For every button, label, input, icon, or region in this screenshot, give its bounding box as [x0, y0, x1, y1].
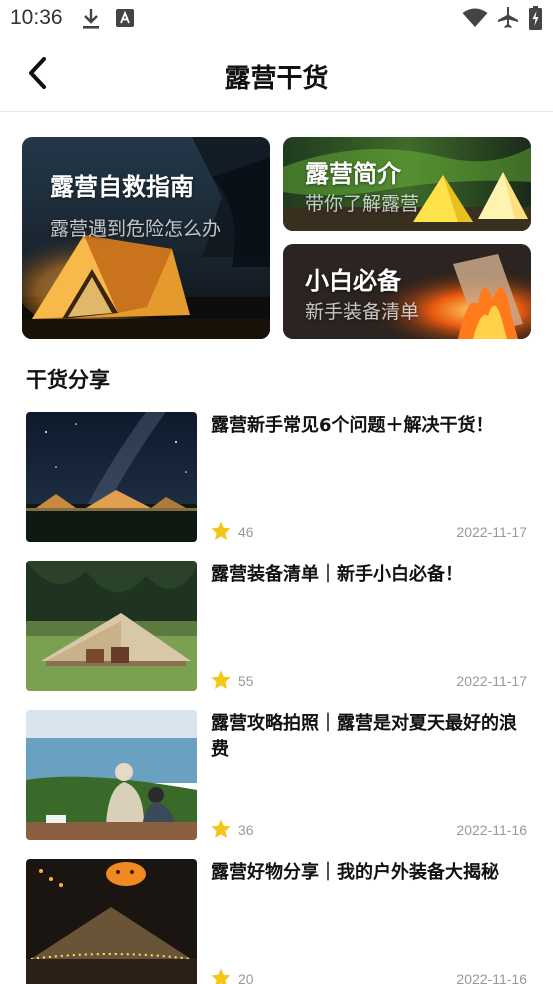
card-camping-self-rescue[interactable]: 露营自救指南 露营遇到危险怎么办: [22, 137, 270, 339]
airplane-icon: [497, 6, 519, 34]
like-count: 55: [238, 673, 254, 689]
card-subtitle: 新手装备清单: [305, 301, 420, 323]
publish-date: 2022-11-16: [456, 971, 527, 984]
article-item[interactable]: 露营攻略拍照｜露营是对夏天最好的浪费 36 2022-11-16: [26, 710, 531, 840]
star-icon[interactable]: [210, 818, 232, 840]
article-title: 露营好物分享｜我的户外装备大揭秘: [211, 862, 499, 883]
article-title: 露营新手常见6个问题＋解决干货！: [211, 415, 494, 436]
article-title: 露营装备清单｜新手小白必备！: [211, 564, 463, 585]
card-title: 露营自救指南: [50, 173, 194, 201]
card-title: 小白必备: [305, 267, 401, 295]
card-subtitle: 露营遇到危险怎么办: [50, 218, 222, 240]
section-title: 干货分享: [26, 368, 110, 392]
article-thumbnail: [26, 561, 197, 691]
translate-icon: [116, 9, 134, 31]
page-title: 露营干货: [224, 64, 329, 94]
article-item[interactable]: 露营好物分享｜我的户外装备大揭秘 20 2022-11-16: [26, 859, 531, 984]
download-icon: [80, 7, 102, 35]
article-item[interactable]: 露营新手常见6个问题＋解决干货！ 46 2022-11-17: [26, 412, 531, 542]
like-count: 36: [238, 822, 254, 838]
app-header: 露营干货: [0, 38, 553, 112]
article-thumbnail: [26, 412, 197, 542]
article-title: 露营攻略拍照｜露营是对夏天最好的浪费: [211, 713, 517, 760]
like-count: 20: [238, 971, 254, 984]
card-novice-essentials[interactable]: 小白必备 新手装备清单: [283, 244, 531, 339]
status-time: 10:36: [10, 6, 63, 29]
card-camping-intro[interactable]: 露营简介 带你了解露营: [283, 137, 531, 231]
wifi-icon: [462, 8, 488, 32]
article-thumbnail: [26, 710, 197, 840]
publish-date: 2022-11-17: [456, 673, 527, 689]
card-subtitle: 带你了解露营: [305, 193, 420, 215]
article-item[interactable]: 露营装备清单｜新手小白必备！ 55 2022-11-17: [26, 561, 531, 691]
star-icon[interactable]: [210, 669, 232, 691]
battery-icon: [529, 6, 542, 34]
star-icon[interactable]: [210, 520, 232, 542]
card-title: 露营简介: [305, 160, 401, 188]
star-icon[interactable]: [210, 967, 232, 984]
article-thumbnail: [26, 859, 197, 984]
like-count: 46: [238, 524, 254, 540]
status-bar: 10:36: [0, 0, 553, 38]
publish-date: 2022-11-16: [456, 822, 527, 838]
publish-date: 2022-11-17: [456, 524, 527, 540]
